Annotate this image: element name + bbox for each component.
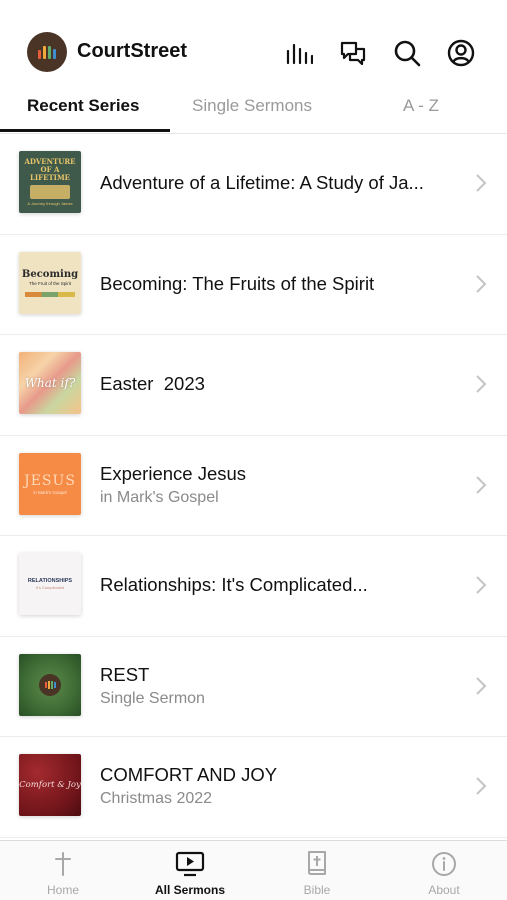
chevron-right-icon: [476, 375, 487, 393]
active-tab-indicator: [0, 129, 170, 132]
tab-label: All Sermons: [154, 883, 226, 897]
series-thumbnail: JESUS in Mark's Gospel: [19, 452, 81, 515]
list-item[interactable]: What if? Easter 2023: [0, 335, 507, 436]
series-subtitle: in Mark's Gospel: [100, 488, 219, 506]
chat-bubbles-icon[interactable]: [338, 38, 368, 68]
thumbnail-text: ADVENTURE OF A LIFETIME: [24, 157, 76, 182]
series-thumbnail: RELATIONSHIPS It's Complicated: [19, 553, 81, 615]
chevron-right-icon: [476, 274, 487, 293]
series-title: COMFORT AND JOY: [100, 764, 278, 785]
info-icon: [429, 850, 459, 878]
list-item[interactable]: RELATIONSHIPS It's Complicated Relations…: [0, 536, 507, 637]
chevron-right-icon: [476, 777, 487, 795]
sermons-bars-icon[interactable]: [284, 38, 314, 68]
series-title: REST: [100, 663, 150, 685]
search-icon[interactable]: [392, 38, 422, 68]
tab-a-z[interactable]: A - Z: [403, 96, 439, 116]
thumbnail-subtext: in Mark's Gospel: [33, 489, 67, 495]
list-item[interactable]: Becoming The Fruit of the Spirit Becomin…: [0, 235, 507, 335]
series-title: Experience Jesus: [100, 462, 247, 484]
cross-icon: [48, 850, 78, 878]
logo-bars-icon: [38, 45, 56, 59]
courtstreet-logo-icon: [39, 673, 61, 696]
tab-label: Home: [46, 883, 79, 897]
tab-all-sermons[interactable]: All Sermons: [127, 841, 253, 900]
tab-label: Bible: [303, 883, 331, 897]
list-item[interactable]: JESUS in Mark's Gospel Experience Jesus …: [0, 436, 507, 536]
tab-recent-series[interactable]: Recent Series: [27, 96, 139, 116]
thumbnail-text: What if?: [24, 376, 76, 390]
thumbnail-text: Comfort & Joy: [19, 780, 81, 790]
thumbnail-text: RELATIONSHIPS: [27, 578, 73, 584]
stripes-decoration: [25, 291, 75, 297]
video-play-icon: [175, 850, 205, 878]
series-thumbnail: What if?: [19, 352, 81, 414]
list-item[interactable]: ADVENTURE OF A LIFETIME A Journey throug…: [0, 134, 507, 235]
tab-home[interactable]: Home: [0, 841, 126, 900]
bible-icon: [302, 850, 332, 878]
tab-label: About: [428, 883, 460, 897]
chevron-right-icon: [476, 676, 487, 695]
series-thumbnail: [19, 653, 81, 716]
tab-about[interactable]: About: [381, 841, 507, 900]
thumbnail-subtext: The Fruit of the Spirit: [28, 280, 72, 286]
app-title: CourtStreet: [77, 40, 188, 62]
series-tabs: Recent Series Single Sermons A - Z: [0, 88, 507, 134]
app-header: CourtStreet: [0, 0, 507, 88]
series-list: ADVENTURE OF A LIFETIME A Journey throug…: [0, 134, 507, 838]
series-subtitle: Christmas 2022: [100, 790, 213, 807]
tab-single-sermons[interactable]: Single Sermons: [192, 96, 312, 116]
chevron-right-icon: [476, 475, 487, 494]
account-icon[interactable]: [446, 38, 476, 68]
thumbnail-subtext: It's Complicated: [35, 585, 65, 590]
tab-bible[interactable]: Bible: [254, 841, 380, 900]
app-logo[interactable]: [27, 32, 67, 72]
list-item[interactable]: REST Single Sermon: [0, 637, 507, 737]
series-subtitle: Single Sermon: [100, 689, 205, 707]
adventure-figures-icon: [30, 185, 70, 199]
thumbnail-subtext: A Journey through James: [27, 201, 73, 206]
list-item[interactable]: Comfort & Joy COMFORT AND JOY Christmas …: [0, 737, 507, 838]
series-thumbnail: Becoming The Fruit of the Spirit: [19, 251, 81, 314]
series-title: Relationships: It's Complicated...: [100, 574, 368, 595]
series-thumbnail: ADVENTURE OF A LIFETIME A Journey throug…: [19, 151, 81, 213]
thumbnail-text: JESUS: [24, 472, 76, 489]
bottom-tab-bar: Home All Sermons Bible About: [0, 840, 507, 900]
thumbnail-text: Becoming: [21, 268, 79, 280]
series-title: Easter 2023: [100, 373, 205, 394]
series-title: Adventure of a Lifetime: A Study of Ja..…: [100, 172, 424, 193]
chevron-right-icon: [476, 174, 487, 192]
chevron-right-icon: [476, 576, 487, 594]
series-thumbnail: Comfort & Joy: [19, 754, 81, 816]
series-title: Becoming: The Fruits of the Spirit: [100, 272, 375, 294]
